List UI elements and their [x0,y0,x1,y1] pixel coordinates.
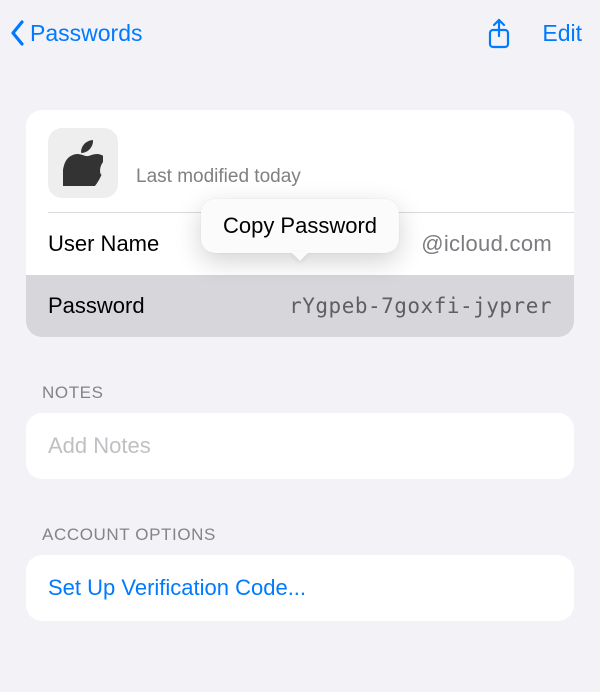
nav-actions: Edit [486,18,582,48]
notes-header: NOTES [42,383,558,403]
chevron-left-icon [8,18,28,48]
copy-password-label: Copy Password [223,213,377,238]
nav-bar: Passwords Edit [0,0,600,66]
card-header: Last modified today [26,110,574,212]
account-options-header: ACCOUNT OPTIONS [42,525,558,545]
account-options-card: Set Up Verification Code... [26,555,574,621]
back-label: Passwords [30,20,142,47]
add-notes-button[interactable]: Add Notes [26,413,574,479]
credential-card: Last modified today User Name @icloud.co… [26,110,574,337]
back-button[interactable]: Passwords [8,18,142,48]
password-label: Password [48,293,208,319]
password-value: rYgpeb-7goxfi-jyprer [208,294,552,318]
notes-card: Add Notes [26,413,574,479]
edit-button[interactable]: Edit [542,20,582,47]
setup-verification-code-button[interactable]: Set Up Verification Code... [26,555,574,621]
last-modified: Last modified today [136,166,301,188]
site-icon [48,128,118,198]
username-label: User Name [48,231,208,257]
share-button[interactable] [486,18,514,48]
copy-password-popover[interactable]: Copy Password [201,199,399,253]
password-row[interactable]: Password rYgpeb-7goxfi-jyprer [26,275,574,337]
